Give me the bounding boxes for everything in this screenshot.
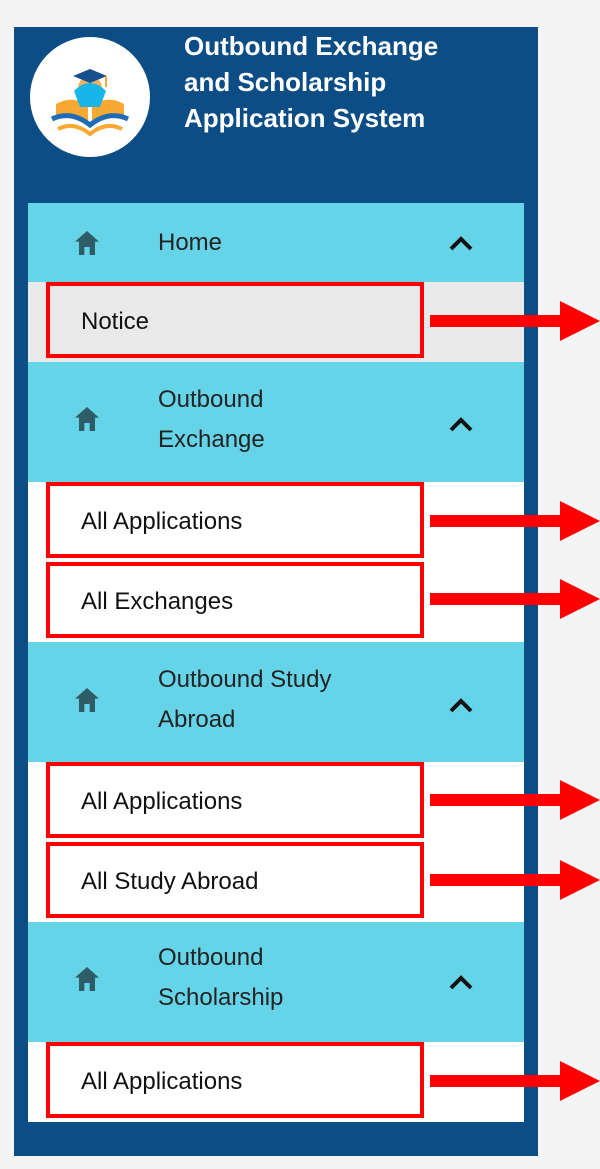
home-icon (75, 231, 99, 255)
nav-item-label: All Exchanges (81, 588, 234, 615)
home-icon (75, 967, 99, 991)
nav-item-all-applications[interactable]: All Applications (28, 1042, 524, 1122)
app-title-line: Outbound Exchange (184, 31, 439, 61)
nav-item-label: All Study Abroad (81, 868, 259, 895)
nav-section-label-line: Exchange (158, 426, 265, 453)
nav-item-label: Notice (81, 308, 150, 335)
chevron-up-icon[interactable] (447, 695, 475, 715)
nav-item-label: All Applications (81, 508, 243, 535)
nav-item-all-study-abroad[interactable]: All Study Abroad (28, 842, 524, 922)
app-title-line: and Scholarship (184, 67, 387, 97)
nav-section-label: Outbound Scholarship (158, 938, 283, 1018)
app-logo (30, 37, 150, 157)
nav-item-notice[interactable]: Notice (28, 282, 524, 362)
nav-item-all-applications[interactable]: All Applications (28, 762, 524, 842)
nav-section-label: Outbound Exchange (158, 380, 265, 460)
app-title: Outbound Exchange and Scholarship Applic… (184, 28, 524, 136)
nav-item-all-applications[interactable]: All Applications (28, 482, 524, 562)
nav-section-outbound-scholarship[interactable]: Outbound Scholarship (28, 922, 524, 1044)
chevron-up-icon[interactable] (447, 414, 475, 434)
nav-item-label: All Applications (81, 788, 243, 815)
nav-section-label-line: Outbound (158, 386, 264, 413)
nav-section-home[interactable]: Home (28, 203, 524, 283)
nav-section-label-line: Scholarship (158, 984, 284, 1011)
home-icon (75, 407, 99, 431)
nav-section-label: Home (158, 229, 223, 256)
nav-item-all-exchanges[interactable]: All Exchanges (28, 562, 524, 642)
home-icon (75, 688, 99, 712)
nav-section-label-line: Abroad (158, 706, 236, 733)
nav-section-label-line: Outbound Study (158, 666, 332, 693)
nav-section-label: Outbound Study Abroad (158, 660, 331, 740)
nav-section-outbound-exchange[interactable]: Outbound Exchange (28, 362, 524, 485)
chevron-up-icon[interactable] (447, 233, 475, 253)
chevron-up-icon[interactable] (447, 972, 475, 992)
nav-section-label-line: Outbound (158, 944, 264, 971)
sidebar-header: Outbound Exchange and Scholarship Applic… (14, 0, 524, 176)
graduate-book-logo-icon (32, 39, 148, 155)
nav-item-label: All Applications (81, 1068, 243, 1095)
app-title-line: Application System (184, 103, 426, 133)
nav-section-outbound-study-abroad[interactable]: Outbound Study Abroad (28, 642, 524, 765)
